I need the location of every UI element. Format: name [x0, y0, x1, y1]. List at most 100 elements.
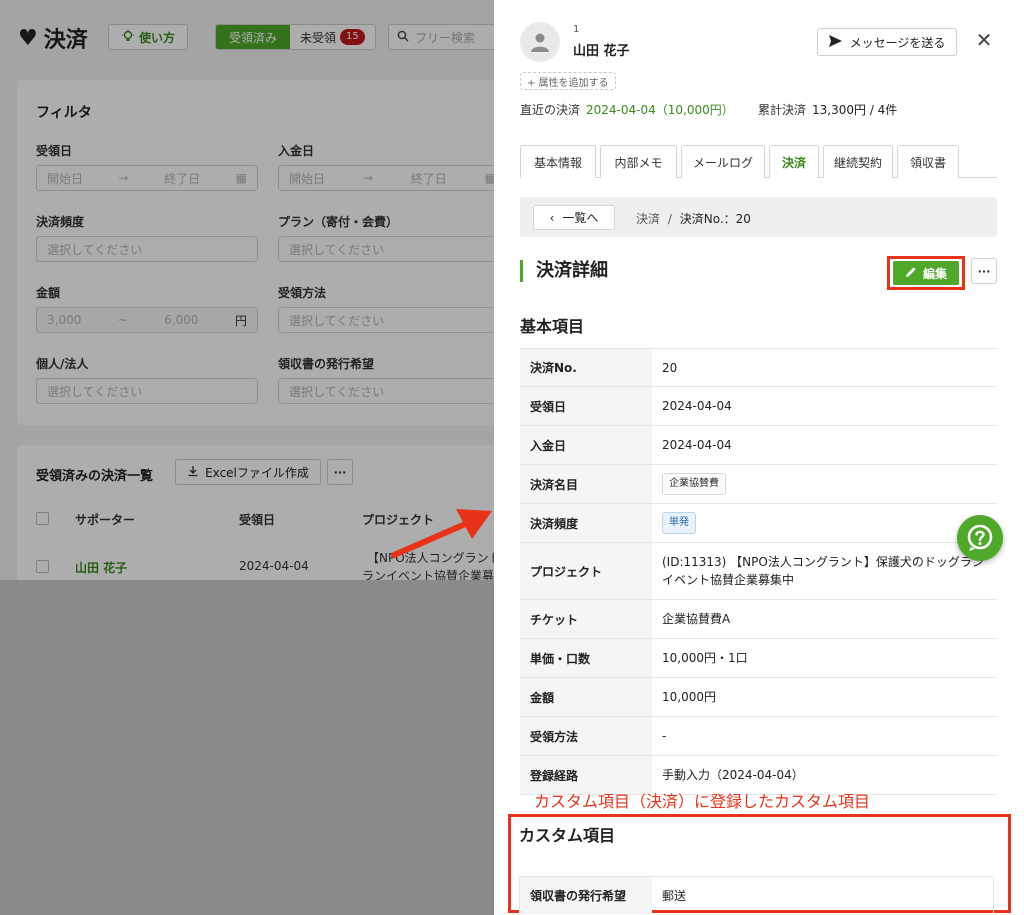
- chevron-left-icon: ‹: [549, 210, 555, 225]
- annotation-arrow: [391, 509, 492, 558]
- tab-basic-info[interactable]: 基本情報: [520, 145, 596, 178]
- table-row: 受領日 2024-04-04: [520, 387, 997, 426]
- search-placeholder: フリー検索: [415, 30, 476, 45]
- amount-unit: 円: [234, 313, 247, 328]
- tab-recurring-contract[interactable]: 継続契約: [823, 145, 893, 178]
- edit-button[interactable]: 編集: [893, 261, 959, 285]
- section-title: 決済詳細: [520, 260, 608, 282]
- end-date-placeholder: 終了日: [164, 171, 201, 186]
- row-value: 単発: [652, 504, 997, 542]
- filter-title: フィルタ: [36, 105, 92, 121]
- recent-payment: 直近の決済 2024-04-04（10,000円）: [520, 101, 734, 118]
- table-row: 金額 10,000円: [520, 678, 997, 717]
- table-row: 領収書の発行希望 郵送: [519, 876, 994, 914]
- row-project-line2: ランイベント協賛企業募集: [362, 569, 507, 580]
- select-all-checkbox[interactable]: [36, 512, 49, 525]
- page-title: ♥ 決済: [18, 22, 88, 54]
- breadcrumb-parent[interactable]: 決済: [636, 212, 660, 226]
- breadcrumb-separator: /: [667, 212, 672, 226]
- row-date: 2024-04-04: [239, 559, 309, 573]
- tab-received-label: 受領済み: [229, 30, 278, 45]
- row-key: 単価・口数: [520, 639, 652, 677]
- total-payment-label: 累計決済: [758, 103, 807, 117]
- excel-export-button[interactable]: Excelファイル作成: [175, 459, 321, 485]
- tab-receipt[interactable]: 領収書: [897, 145, 959, 178]
- search-icon: [397, 30, 409, 45]
- row-value: -: [662, 729, 667, 743]
- more-options-button[interactable]: ···: [971, 258, 997, 284]
- method-select[interactable]: 選択してください: [278, 307, 507, 333]
- table-row: 受領方法 -: [520, 717, 997, 756]
- send-message-button[interactable]: メッセージを送る: [817, 28, 957, 56]
- help-chat-icon: [967, 524, 993, 551]
- receipt-select[interactable]: 選択してください: [278, 378, 507, 404]
- breadcrumb-current: 決済No.：20: [679, 212, 751, 226]
- tab-label: 領収書: [909, 155, 946, 170]
- frequency-label: 決済頻度: [36, 215, 85, 229]
- row-value: 10,000円: [662, 690, 716, 704]
- tab-unreceived[interactable]: 未受領 15: [290, 25, 375, 49]
- person-select[interactable]: 選択してください: [36, 378, 258, 404]
- tab-payment[interactable]: 決済: [769, 145, 819, 179]
- range-tilde: ~: [117, 313, 128, 327]
- arrow-right-icon: →: [118, 171, 129, 185]
- recent-payment-label: 直近の決済: [520, 103, 581, 117]
- row-value: 企業協賛費A: [662, 612, 731, 626]
- howto-button[interactable]: 使い方: [108, 24, 188, 50]
- howto-label: 使い方: [138, 30, 175, 45]
- row-key: 決済頻度: [520, 504, 652, 542]
- more-options-button[interactable]: ···: [327, 459, 353, 485]
- row-key: 受領方法: [520, 717, 652, 755]
- frequency-select[interactable]: 選択してください: [36, 236, 258, 262]
- close-icon: ✕: [975, 28, 993, 52]
- add-attribute-button[interactable]: + 属性を追加する: [520, 72, 616, 90]
- send-icon: [828, 34, 842, 50]
- tab-mail-log[interactable]: メールログ: [681, 145, 765, 178]
- basic-items-title: 基本項目: [520, 317, 585, 336]
- back-to-list-button[interactable]: ‹ 一覧へ: [533, 205, 615, 230]
- row-key: 入金日: [520, 426, 652, 464]
- lightbulb-icon: [121, 29, 135, 46]
- amount-max: 6,000: [164, 313, 199, 327]
- select-placeholder: 選択してください: [289, 384, 385, 399]
- arrow-right-icon: →: [362, 171, 373, 185]
- search-input[interactable]: フリー検索: [388, 24, 498, 50]
- edit-highlight-box: 編集: [887, 256, 965, 290]
- amount-range[interactable]: 3,000 ~ 6,000 円: [36, 307, 258, 333]
- amount-label: 金額: [36, 286, 61, 300]
- row-value: 企業協賛費: [652, 465, 997, 503]
- help-button[interactable]: [957, 515, 1003, 561]
- payment-detail-table: 決済No. 20 受領日 2024-04-04 入金日 2024-04-04 決済名目…: [520, 348, 997, 795]
- avatar: [520, 22, 560, 62]
- table-row: チケット 企業協賛費A: [520, 600, 997, 639]
- excel-export-label: Excelファイル作成: [205, 465, 309, 480]
- row-value: 2024-04-04: [662, 438, 732, 452]
- list-title: 受領済みの決済一覧: [36, 469, 154, 484]
- supporter-name: 山田 花子: [573, 44, 630, 59]
- tab-internal-memo[interactable]: 内部メモ: [600, 145, 677, 178]
- row-checkbox[interactable]: [36, 560, 49, 573]
- tab-received[interactable]: 受領済み: [216, 25, 291, 49]
- close-button[interactable]: ✕: [972, 28, 996, 52]
- ellipsis-icon: ···: [333, 465, 347, 479]
- row-key: 受領日: [520, 387, 652, 425]
- table-row: 単価・口数 10,000円・1口: [520, 639, 997, 678]
- deposit-date-range[interactable]: 開始日 → 終了日 ▦: [278, 165, 507, 191]
- plan-select[interactable]: 選択してください: [278, 236, 507, 262]
- custom-items-title: カスタム項目: [519, 826, 616, 845]
- person-label: 個人/法人: [36, 357, 89, 371]
- custom-items-highlight: カスタム項目 領収書の発行希望 郵送: [508, 814, 1011, 914]
- row-key: チケット: [520, 600, 652, 638]
- received-date-range[interactable]: 開始日 → 終了日 ▦: [36, 165, 258, 191]
- tab-label: メールログ: [692, 155, 753, 170]
- select-placeholder: 選択してください: [289, 242, 385, 257]
- received-date-label: 受領日: [36, 144, 73, 158]
- row-value: 10,000円・1口: [662, 651, 748, 665]
- row-key: 領収書の発行希望: [520, 877, 652, 914]
- col-date: 受領日: [239, 513, 276, 527]
- breadcrumb-path: 決済 / 決済No.：20: [636, 210, 751, 227]
- row-value: 郵送: [662, 888, 687, 903]
- total-payment: 累計決済 13,300円 / 4件: [758, 101, 897, 118]
- row-supporter-link[interactable]: 山田 花子: [75, 559, 127, 576]
- deposit-date-label: 入金日: [278, 144, 315, 158]
